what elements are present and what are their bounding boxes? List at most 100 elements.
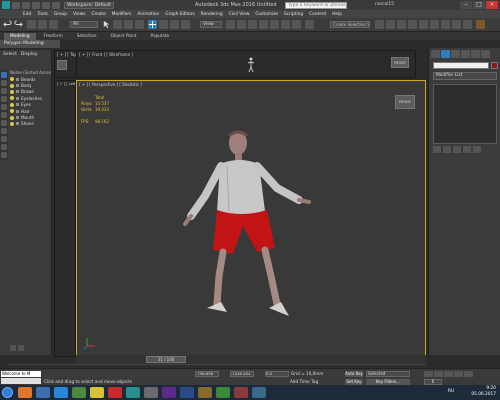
viewcube-icon[interactable] <box>57 60 67 70</box>
minimize-button[interactable]: – <box>460 1 472 9</box>
app-icon[interactable] <box>252 387 266 398</box>
tab-freeform[interactable]: Freeform <box>38 33 69 40</box>
user-account[interactable]: rascal15 <box>375 2 394 7</box>
viewport-perspective[interactable]: [ + ] [ Perspective ] [ Realistic ] Tota… <box>76 80 426 357</box>
auto-key-button[interactable]: Auto Key <box>345 371 363 377</box>
visibility-icon[interactable] <box>10 96 14 101</box>
configure-modifier-sets-icon[interactable] <box>473 146 481 153</box>
display-groups-icon[interactable] <box>1 120 7 126</box>
modify-tab-icon[interactable] <box>441 50 450 58</box>
play-icon[interactable] <box>444 371 453 377</box>
display-lights-icon[interactable] <box>1 88 7 94</box>
manipulate-icon[interactable] <box>237 20 246 29</box>
character-model[interactable] <box>177 126 327 321</box>
language-indicator[interactable]: RU <box>448 389 454 394</box>
explorer-tab-select[interactable]: Select <box>3 52 17 57</box>
unlink-icon[interactable] <box>38 20 47 29</box>
visibility-icon[interactable] <box>10 77 14 82</box>
create-tab-icon[interactable] <box>431 50 440 58</box>
file-explorer-icon[interactable] <box>36 387 50 398</box>
display-shapes-icon[interactable] <box>1 80 7 86</box>
explorer-tab-display[interactable]: Display <box>21 52 38 57</box>
display-tab-icon[interactable] <box>471 50 480 58</box>
layer-explorer-toggle-icon[interactable] <box>10 345 16 351</box>
layer-explorer-icon[interactable] <box>397 20 406 29</box>
menu-create[interactable]: Create <box>88 12 108 17</box>
redo-icon[interactable] <box>14 20 23 29</box>
go-to-start-icon[interactable] <box>424 371 433 377</box>
edit-named-selection-icon[interactable] <box>305 20 314 29</box>
maxscript-output[interactable] <box>1 378 41 384</box>
save-file-icon[interactable] <box>32 1 40 9</box>
visibility-icon[interactable] <box>10 89 14 94</box>
selection-set-dropdown[interactable]: Selected <box>366 371 410 377</box>
tab-modeling[interactable]: Modeling <box>4 32 36 40</box>
scene-explorer-toggle-icon[interactable] <box>18 345 24 351</box>
viewport-label[interactable]: [ + ] [ Perspective ] [ Realistic ] <box>79 82 142 87</box>
add-time-tag-button[interactable]: Add Time Tag <box>290 379 318 384</box>
open-file-icon[interactable] <box>22 1 30 9</box>
photoshop-icon[interactable] <box>162 387 176 398</box>
remove-modifier-icon[interactable] <box>463 146 471 153</box>
render-production-icon[interactable] <box>476 20 485 29</box>
spinner-snap-icon[interactable] <box>292 20 301 29</box>
modifier-list-dropdown[interactable]: Modifier List <box>433 72 497 80</box>
tab-object-paint[interactable]: Object Paint <box>105 33 143 40</box>
link-icon[interactable] <box>27 20 36 29</box>
time-slider[interactable]: 31 / 100 <box>146 356 186 363</box>
undo-icon[interactable] <box>3 20 12 29</box>
firefox-icon[interactable] <box>18 387 32 398</box>
visibility-icon[interactable] <box>10 83 14 88</box>
bind-space-warp-icon[interactable] <box>49 20 58 29</box>
go-to-end-icon[interactable] <box>464 371 473 377</box>
modifier-stack[interactable] <box>433 84 497 144</box>
select-and-rotate-icon[interactable] <box>159 20 168 29</box>
workspace-dropdown[interactable]: Workspace: Default <box>64 1 114 9</box>
ribbon-toggle-icon[interactable] <box>408 20 417 29</box>
window-crossing-icon[interactable] <box>135 20 144 29</box>
align-icon[interactable] <box>386 20 395 29</box>
z-coordinate-field[interactable]: 0.0 <box>265 371 289 377</box>
menu-modifiers[interactable]: Modifiers <box>109 12 135 17</box>
curve-editor-icon[interactable] <box>419 20 428 29</box>
menu-views[interactable]: Views <box>70 12 88 17</box>
next-frame-icon[interactable] <box>454 371 463 377</box>
display-bones-icon[interactable] <box>1 136 7 142</box>
viewport-label[interactable]: [ + ] [ Front ] [ Wireframe ] <box>79 52 133 57</box>
keyboard-shortcut-icon[interactable] <box>248 20 257 29</box>
visibility-icon[interactable] <box>10 121 14 126</box>
maximize-button[interactable]: □ <box>473 1 485 9</box>
hierarchy-tab-icon[interactable] <box>451 50 460 58</box>
named-selection-set-dropdown[interactable]: Create Selection Se <box>330 21 370 28</box>
visibility-icon[interactable] <box>10 102 14 107</box>
viewcube-icon[interactable]: FRONT <box>395 95 415 109</box>
select-by-name-icon[interactable] <box>113 20 122 29</box>
system-clock[interactable]: 9:20 05.06.2017 <box>471 386 496 398</box>
render-setup-icon[interactable] <box>452 20 461 29</box>
app-logo-icon[interactable] <box>2 1 10 9</box>
list-item[interactable]: Shoes <box>10 121 52 127</box>
selection-filter-dropdown[interactable]: All <box>70 21 98 28</box>
select-and-scale-icon[interactable] <box>170 20 179 29</box>
show-end-result-icon[interactable] <box>443 146 451 153</box>
opera-icon[interactable] <box>108 387 122 398</box>
menu-help[interactable]: Help <box>329 12 345 17</box>
explorer-column-header[interactable]: Name (Sorted Ascen <box>10 70 51 75</box>
menu-scripting[interactable]: Scripting <box>281 12 306 17</box>
pin-stack-icon[interactable] <box>433 146 441 153</box>
menu-rendering[interactable]: Rendering <box>198 12 226 17</box>
display-space-warps-icon[interactable] <box>1 112 7 118</box>
chrome-icon[interactable] <box>90 387 104 398</box>
viewport-front[interactable]: [ + ] [ Front ] [ Wireframe ] FRONT <box>76 50 416 78</box>
pivot-center-icon[interactable] <box>226 20 235 29</box>
app-icon[interactable] <box>234 387 248 398</box>
visibility-icon[interactable] <box>10 115 14 120</box>
undo-icon[interactable] <box>42 1 50 9</box>
viewport-label[interactable]: [ + ] [ Left ] <box>57 82 78 86</box>
menu-civil-view[interactable]: Civil View <box>226 12 253 17</box>
tab-populate[interactable]: Populate <box>145 33 176 40</box>
menu-animation[interactable]: Animation <box>134 12 162 17</box>
menu-edit[interactable]: Edit <box>20 12 34 17</box>
y-coordinate-field[interactable]: -1440.404 <box>230 371 254 377</box>
rendered-frame-window-icon[interactable] <box>463 20 472 29</box>
